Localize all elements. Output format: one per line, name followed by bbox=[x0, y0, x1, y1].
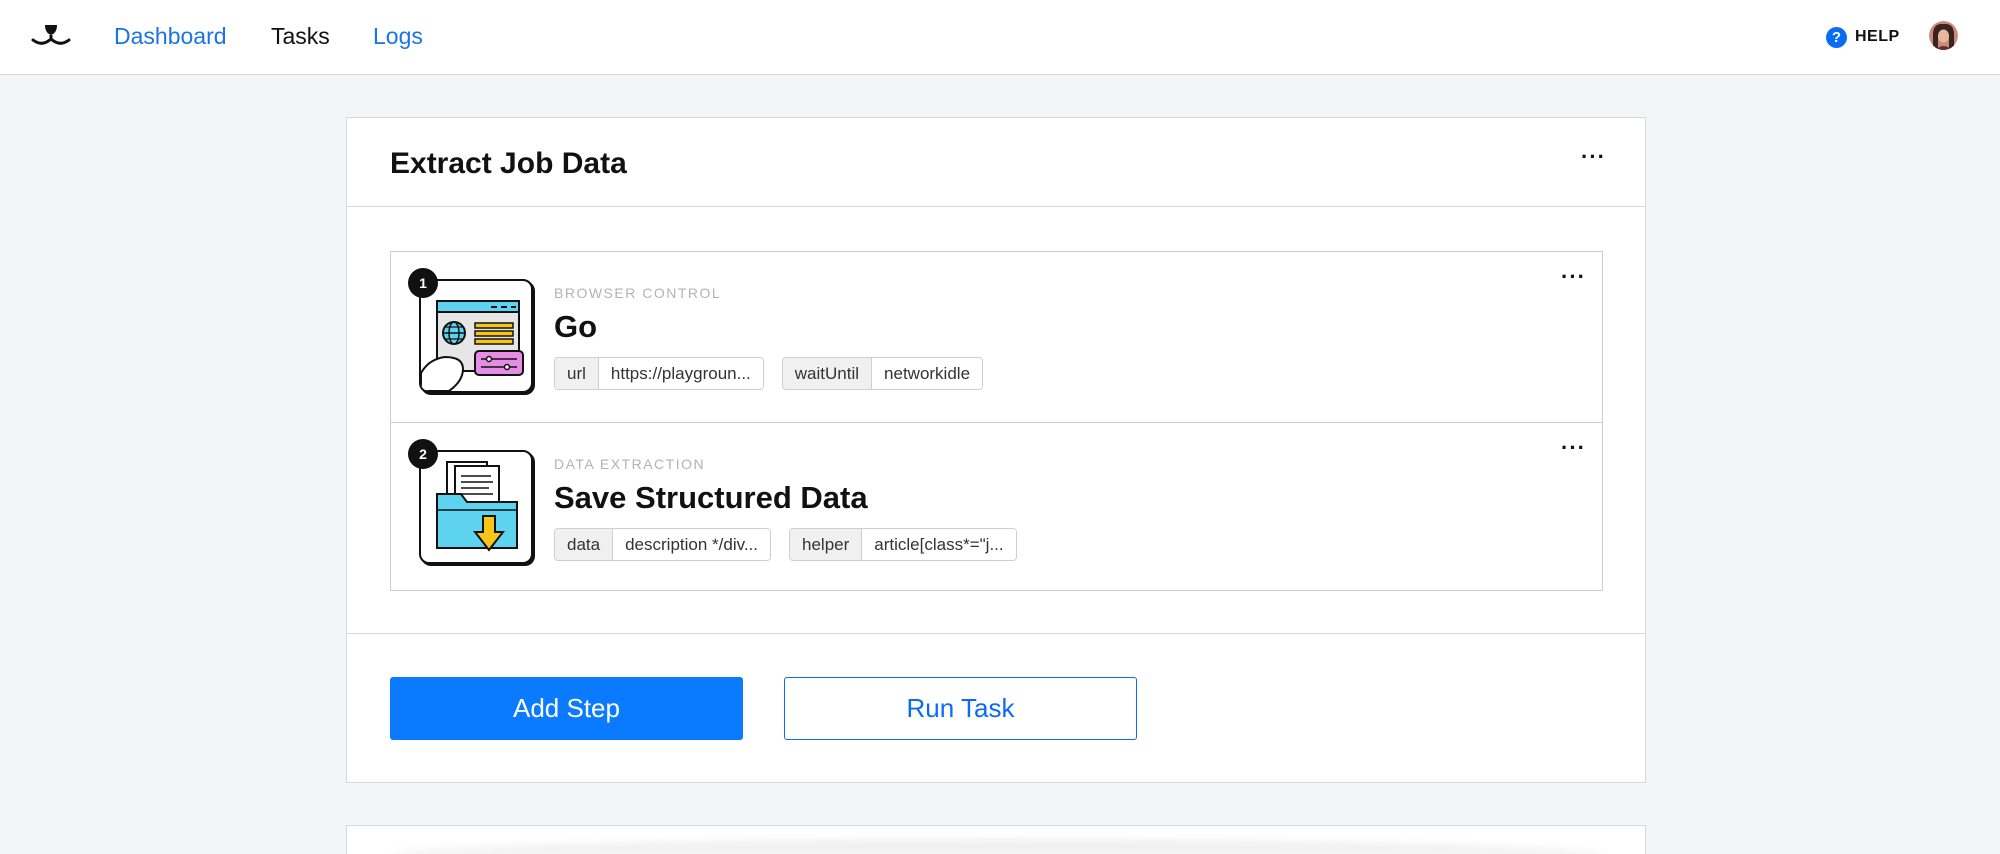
task-card: Extract Job Data ··· 1 BROWSER CONTROL G… bbox=[346, 117, 1646, 783]
nav-tasks-link[interactable]: Tasks bbox=[271, 22, 330, 50]
step-params: data description */div... helper article… bbox=[554, 528, 1017, 561]
step-menu-icon[interactable]: ··· bbox=[1561, 266, 1586, 288]
run-task-button[interactable]: Run Task bbox=[784, 677, 1137, 740]
param-helper[interactable]: helper article[class*="j... bbox=[789, 528, 1017, 561]
param-key: data bbox=[555, 529, 614, 560]
task-card-header: Extract Job Data ··· bbox=[347, 118, 1645, 207]
user-avatar[interactable] bbox=[1929, 21, 1958, 50]
step-number-badge: 1 bbox=[408, 268, 438, 298]
secondary-card-shadow bbox=[387, 840, 1607, 854]
step-list: 1 BROWSER CONTROL Go url https://playgro… bbox=[390, 251, 1603, 591]
param-value: networkidle bbox=[872, 358, 983, 389]
param-waituntil[interactable]: waitUntil networkidle bbox=[781, 357, 984, 390]
secondary-card bbox=[346, 825, 1646, 854]
step-menu-icon[interactable]: ··· bbox=[1561, 437, 1586, 459]
step-item[interactable]: 2 DATA EXTRACTION Save Structured Data d… bbox=[391, 422, 1602, 592]
param-key: url bbox=[555, 358, 599, 389]
param-value: https://playgroun... bbox=[598, 358, 763, 389]
help-icon: ? bbox=[1826, 26, 1847, 48]
data-extraction-icon bbox=[419, 450, 533, 564]
add-step-button[interactable]: Add Step bbox=[390, 677, 743, 740]
param-value: description */div... bbox=[613, 529, 771, 560]
step-params: url https://playgroun... waitUntil netwo… bbox=[554, 357, 984, 390]
task-card-footer: Add Step Run Task bbox=[347, 633, 1645, 783]
step-category: DATA EXTRACTION bbox=[554, 456, 706, 472]
browser-control-icon bbox=[419, 279, 533, 393]
step-category: BROWSER CONTROL bbox=[554, 285, 722, 301]
nav-dashboard-link[interactable]: Dashboard bbox=[114, 22, 227, 50]
avatar-image bbox=[1929, 21, 1958, 50]
param-data[interactable]: data description */div... bbox=[554, 528, 772, 561]
step-title: Go bbox=[554, 309, 598, 344]
step-title: Save Structured Data bbox=[554, 480, 868, 515]
step-item[interactable]: 1 BROWSER CONTROL Go url https://playgro… bbox=[391, 252, 1602, 422]
param-url[interactable]: url https://playgroun... bbox=[554, 357, 764, 390]
task-title: Extract Job Data bbox=[390, 147, 627, 180]
help-label: HELP bbox=[1855, 28, 1900, 45]
param-value: article[class*="j... bbox=[862, 529, 1016, 560]
step-number-badge: 2 bbox=[408, 439, 438, 469]
param-key: waitUntil bbox=[782, 358, 873, 389]
nav-logs-link[interactable]: Logs bbox=[373, 22, 423, 50]
help-button[interactable]: ? HELP bbox=[1826, 25, 1900, 49]
task-menu-icon[interactable]: ··· bbox=[1581, 146, 1606, 168]
logo-icon[interactable] bbox=[31, 23, 71, 49]
param-key: helper bbox=[790, 529, 863, 560]
top-navigation: Dashboard Tasks Logs ? HELP bbox=[0, 0, 2000, 75]
